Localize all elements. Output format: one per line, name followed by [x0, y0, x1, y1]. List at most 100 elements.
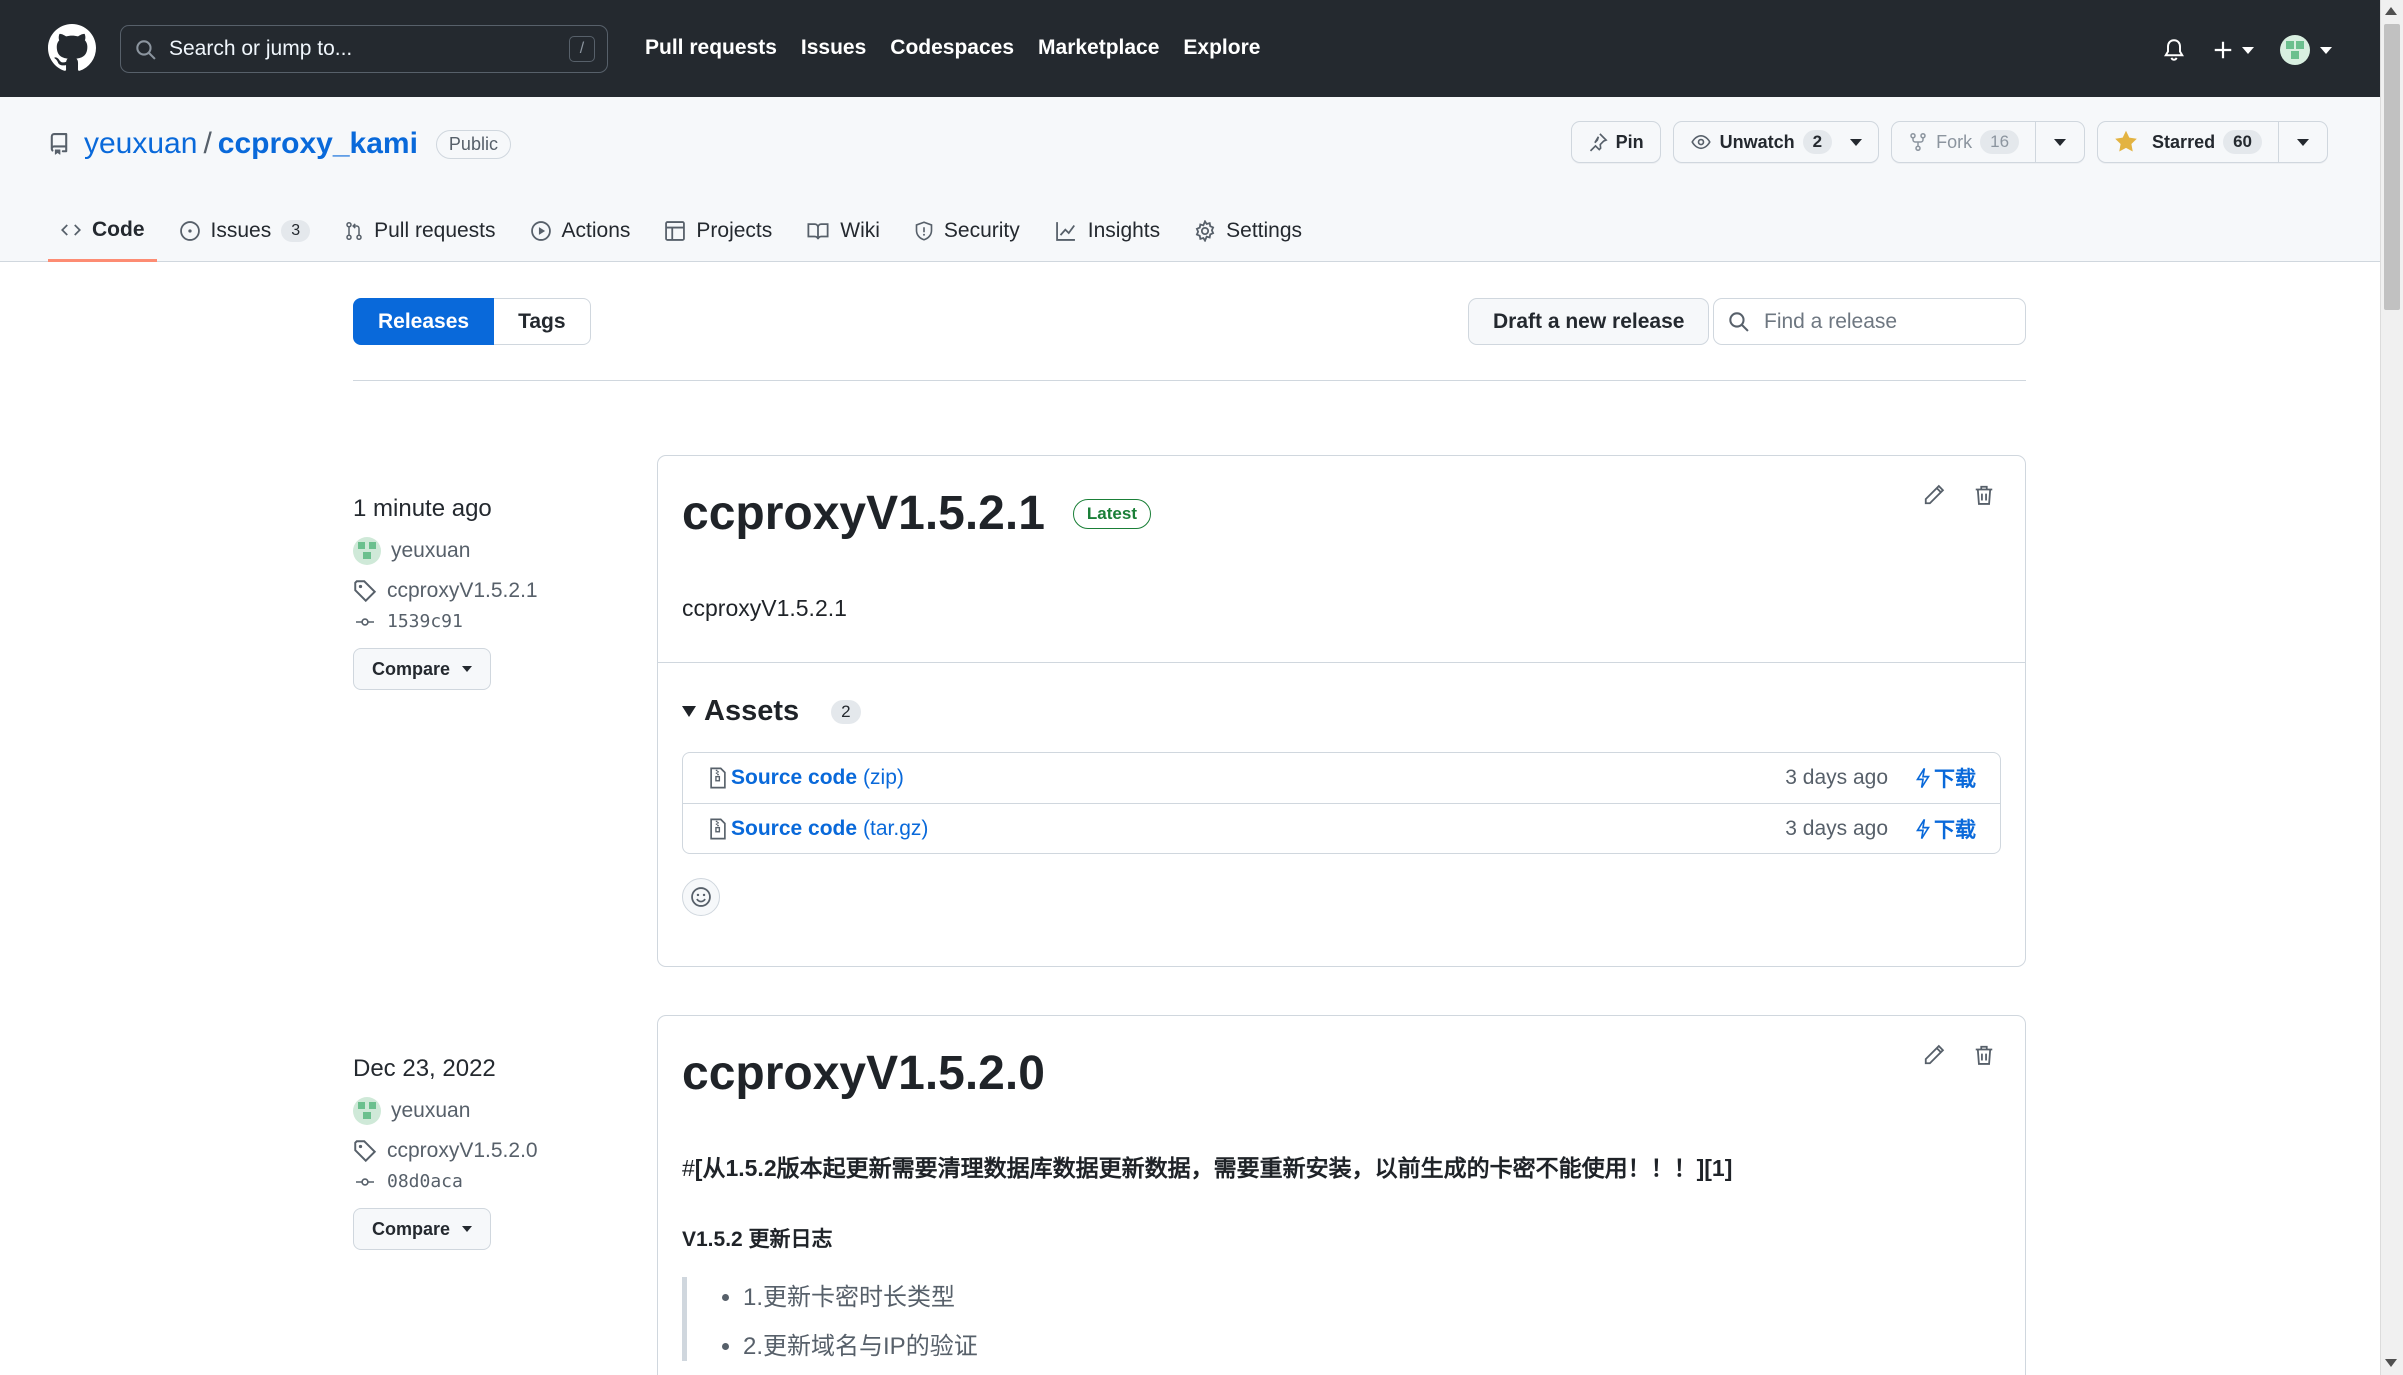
- nav-explore[interactable]: Explore: [1183, 36, 1260, 60]
- notifications-bell-icon[interactable]: [2162, 37, 2186, 63]
- tab-label: Security: [943, 219, 1020, 242]
- release-author[interactable]: yeuxuan: [353, 537, 633, 565]
- scroll-thumb[interactable]: [2384, 24, 2400, 310]
- pencil-edit-icon[interactable]: [1923, 484, 1945, 506]
- user-menu[interactable]: [2280, 35, 2332, 65]
- release-meta: Dec 23, 2022 yeuxuan ccproxyV1.5.2.0 08d…: [353, 1055, 633, 1250]
- star-list-dropdown[interactable]: [2278, 122, 2327, 162]
- add-reaction-button[interactable]: [682, 878, 720, 916]
- release-tag[interactable]: ccproxyV1.5.2.0: [353, 1139, 633, 1163]
- asset-row: Source code (tar.gz) 3 days ago 下载: [683, 803, 2000, 853]
- release-title[interactable]: ccproxyV1.5.2.0: [682, 1046, 1045, 1101]
- chevron-down-icon: [2242, 46, 2254, 54]
- starred-button[interactable]: Starred 60: [2098, 122, 2278, 162]
- asset-download-link[interactable]: 下载: [1916, 814, 1976, 844]
- chevron-down-icon: [2297, 138, 2309, 146]
- fork-button[interactable]: Fork 16: [1892, 122, 2035, 162]
- assets-section: Assets 2 Source code (zip) 3 days ago 下载…: [658, 662, 2025, 940]
- asset-ext[interactable]: (tar.gz): [863, 817, 928, 841]
- create-new-plus-icon[interactable]: [2212, 39, 2254, 61]
- release-title[interactable]: ccproxyV1.5.2.1: [682, 486, 1045, 541]
- tab-label: Insights: [1087, 219, 1161, 242]
- section-divider: [353, 380, 2026, 381]
- nav-pull-requests[interactable]: Pull requests: [645, 36, 777, 60]
- asset-name-link[interactable]: Source code: [731, 817, 857, 841]
- nav-codespaces[interactable]: Codespaces: [890, 36, 1014, 60]
- asset-list: Source code (zip) 3 days ago 下载 Source c…: [682, 752, 2001, 854]
- pencil-edit-icon[interactable]: [1923, 1044, 1945, 1066]
- assets-toggle[interactable]: Assets 2: [682, 695, 2001, 728]
- repo-path-separator: /: [203, 127, 212, 160]
- tab-insights[interactable]: Insights: [1042, 200, 1172, 262]
- lightning-icon: [1916, 767, 1930, 789]
- avatar: [353, 1097, 381, 1125]
- scroll-down-arrow-icon[interactable]: [2385, 1359, 2397, 1367]
- download-label: 下载: [1934, 818, 1976, 842]
- tab-security[interactable]: Security: [902, 200, 1032, 262]
- asset-ext[interactable]: (zip): [863, 766, 904, 790]
- release-date[interactable]: 1 minute ago: [353, 495, 633, 523]
- lightning-icon: [1916, 818, 1930, 839]
- compare-button[interactable]: Compare: [353, 648, 492, 690]
- release-commit[interactable]: 1539c91: [353, 611, 633, 632]
- tab-settings[interactable]: Settings: [1182, 200, 1314, 262]
- find-release-input[interactable]: Find a release: [1713, 298, 2026, 345]
- nav-issues[interactable]: Issues: [801, 36, 866, 60]
- compare-label: Compare: [372, 1218, 451, 1239]
- table-icon: [665, 221, 686, 241]
- tab-actions[interactable]: Actions: [518, 200, 643, 262]
- release-date[interactable]: Dec 23, 2022: [353, 1055, 633, 1083]
- chevron-down-icon: [462, 1226, 473, 1232]
- tab-code[interactable]: Code: [48, 200, 157, 262]
- page-scrollbar[interactable]: [2380, 0, 2403, 1375]
- release-notice: #[从1.5.2版本起更新需要清理数据库数据更新数据，需要重新安装，以前生成的卡…: [682, 1149, 2001, 1183]
- tags-tab[interactable]: Tags: [494, 298, 591, 345]
- commit-icon: [356, 1177, 374, 1186]
- eye-icon: [1690, 134, 1711, 150]
- play-circle-icon: [530, 221, 551, 241]
- gear-icon: [1195, 220, 1215, 242]
- unwatch-button[interactable]: Unwatch 2: [1672, 121, 1880, 163]
- repo-tabs: Code Issues 3 Pull requests Actions Proj…: [48, 200, 1324, 262]
- notice-hash: #: [682, 1155, 695, 1181]
- releases-tab[interactable]: Releases: [353, 298, 495, 345]
- repo-actions: Pin Unwatch 2 Fork 16 Starred 60: [1570, 121, 2328, 163]
- repo-icon: [50, 133, 68, 155]
- asset-name-link[interactable]: Source code: [731, 766, 857, 790]
- notice-text: [从1.5.2版本起更新需要清理数据库数据更新数据，需要重新安装，以前生成的卡密…: [694, 1155, 1733, 1181]
- tag-name: ccproxyV1.5.2.0: [387, 1139, 538, 1162]
- tab-projects[interactable]: Projects: [652, 200, 784, 262]
- fork-button-group: Fork 16: [1891, 121, 2086, 163]
- asset-download-link[interactable]: 下载: [1916, 763, 1976, 793]
- release-notes: ccproxyV1.5.2.1: [682, 595, 847, 621]
- fork-dropdown[interactable]: [2035, 122, 2084, 162]
- trash-icon[interactable]: [1973, 484, 1995, 506]
- release-commit[interactable]: 08d0aca: [353, 1171, 633, 1192]
- tab-pull-requests[interactable]: Pull requests: [332, 200, 507, 262]
- scroll-up-arrow-icon[interactable]: [2385, 7, 2397, 15]
- trash-icon[interactable]: [1973, 1044, 1995, 1066]
- nav-marketplace[interactable]: Marketplace: [1038, 36, 1159, 60]
- pin-button[interactable]: Pin: [1570, 121, 1661, 163]
- star-button-group: Starred 60: [2097, 121, 2328, 163]
- list-item: 1.更新卡密时长类型: [743, 1277, 2001, 1312]
- compare-label: Compare: [372, 658, 451, 679]
- tab-issues[interactable]: Issues 3: [167, 200, 323, 262]
- issue-icon: [179, 221, 200, 241]
- search-icon: [136, 40, 156, 60]
- github-logo-icon[interactable]: [48, 24, 96, 72]
- repo-owner-link[interactable]: yeuxuan: [84, 127, 197, 161]
- asset-date: 3 days ago: [1785, 766, 1888, 789]
- release-card: ccproxyV1.5.2.0 #[从1.5.2版本起更新需要清理数据库数据更新…: [657, 1015, 2026, 1375]
- tab-label: Projects: [696, 219, 773, 242]
- release-tag[interactable]: ccproxyV1.5.2.1: [353, 579, 633, 603]
- tab-label: Code: [92, 217, 145, 241]
- tab-wiki[interactable]: Wiki: [794, 200, 892, 262]
- compare-button[interactable]: Compare: [353, 1208, 492, 1250]
- fork-count: 16: [1980, 130, 2020, 154]
- release-author[interactable]: yeuxuan: [353, 1097, 633, 1125]
- repo-name-link[interactable]: ccproxy_kami: [218, 127, 418, 161]
- search-input[interactable]: Search or jump to... /: [120, 25, 608, 73]
- pin-label: Pin: [1615, 131, 1644, 152]
- draft-new-release-button[interactable]: Draft a new release: [1468, 298, 1710, 345]
